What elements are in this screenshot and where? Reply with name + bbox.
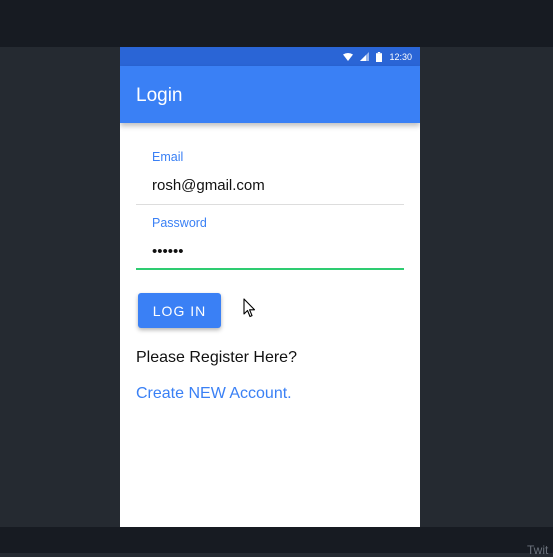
desktop-corner-text: Twit [527,543,549,557]
wifi-icon [343,52,354,61]
create-account-link[interactable]: Create NEW Account. [136,385,292,403]
email-label: Email [152,150,184,164]
password-field[interactable]: •••••• [152,243,184,260]
password-label: Password [152,216,207,230]
app-bar: Login [120,66,420,123]
status-time: 12:30 [389,51,412,62]
mouse-cursor-icon [243,298,256,323]
battery-icon [376,51,383,62]
password-underline [136,268,404,270]
signal-icon [360,52,370,61]
phone-screen: 12:30 Login Email rosh@gmail.com Passwor… [120,47,420,527]
desktop-bottom-bar [0,527,553,553]
email-field[interactable]: rosh@gmail.com [152,177,265,194]
login-button[interactable]: LOG IN [138,293,221,328]
status-bar: 12:30 [120,47,420,66]
register-prompt: Please Register Here? [136,349,297,366]
email-underline [136,204,404,205]
page-title: Login [136,85,183,106]
desktop-top-bar [0,0,553,47]
